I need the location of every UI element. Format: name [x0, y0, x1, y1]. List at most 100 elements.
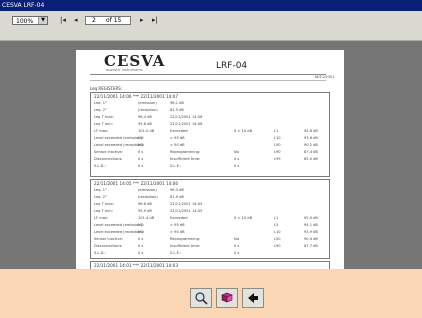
register-cell: 85.0 dB	[304, 157, 318, 161]
register-cell: Leq. 2°	[94, 195, 107, 199]
register-row: Disconnections: 0 s Insufficient time: 0 s L…	[94, 244, 326, 250]
register-cell: L1	[274, 129, 279, 133]
register-cell: Leq. 1°	[94, 101, 107, 105]
register-cell: 0 > 10 dB	[234, 216, 253, 220]
header-divider	[90, 74, 326, 75]
register-row: Sensor inactive: 0 s Reprogramming: No L90 87…	[94, 150, 326, 156]
register-row: Leq T min: 95.8 dB 22/11/2001 14:06	[94, 122, 326, 128]
register-row: S.L.D.: 0 s S.L.E.: 0 s	[94, 164, 326, 170]
register-cell: 0 > 10 dB	[234, 129, 253, 133]
register-cell: LF max:	[94, 216, 109, 220]
register-cell: L90	[274, 150, 281, 154]
register-row: LF max: 101.4 dB Exceeded 0 > 10 dB L1 95.0 d…	[94, 216, 326, 222]
zoom-button[interactable]	[190, 288, 212, 308]
register-cell: S.L.D.:	[94, 251, 106, 255]
register-cell: > 90 dB	[170, 143, 185, 147]
register-cell: L5	[274, 223, 279, 227]
register-cell: (emission)	[138, 101, 157, 105]
register-row: Disconnections: 0 s Insufficient time: 0 s L…	[94, 157, 326, 163]
register-cell: Insufficient time:	[170, 157, 201, 161]
print-button[interactable]	[216, 288, 238, 308]
prev-page-button[interactable]: ◂	[74, 16, 78, 25]
logo-tagline: acoustic instruments	[106, 68, 143, 72]
register-cell: 22/11/2001	[170, 122, 191, 126]
register-row: Leq. 1° (emission) 96.3 dB	[94, 188, 326, 194]
register-cell: (emission)	[138, 188, 157, 192]
register-cell: Level exceeded (reception):	[94, 143, 145, 147]
register-cell: L90	[274, 244, 281, 248]
last-page-button[interactable]: ▸|	[152, 16, 158, 25]
register-row: S.L.D.: 0 s S.L.E.: 0 s	[94, 251, 326, 257]
register-row: Leq T max: 96.6 dB 22/11/2001 14:05	[94, 202, 326, 208]
report-date: 16/11/2001	[314, 75, 335, 79]
register-cell: Reprogramming:	[170, 237, 201, 241]
register-cell: Leq T min:	[94, 209, 113, 213]
register-cell: S.L.D.:	[94, 164, 106, 168]
register-row: Leq T max: 96.4 dB 22/11/2001 14:06	[94, 115, 326, 121]
register-cell: No	[234, 237, 239, 241]
register-cell: 93.6 dB	[304, 136, 318, 140]
chevron-down-icon[interactable]: ▼	[38, 17, 47, 24]
register-cell: Exceeded	[170, 129, 188, 133]
register-cell: 0 s	[234, 244, 240, 248]
register-cell: Disconnections:	[94, 157, 123, 161]
register-cell: 81.5 dB	[170, 108, 184, 112]
register-cell: 101.0 dB	[138, 129, 155, 133]
back-button[interactable]	[242, 288, 264, 308]
next-page-button[interactable]: ▸	[140, 16, 144, 25]
register-cell: 95.8 dB	[138, 122, 152, 126]
page-number-input[interactable]: 2 of 15	[85, 16, 131, 25]
register-cell: L10	[274, 136, 281, 140]
register-cell: 0 s	[138, 237, 144, 241]
register-cell: 93.9 dB	[304, 230, 318, 234]
register-cell: 95.9 dB	[138, 209, 152, 213]
register-cell: L50	[274, 237, 281, 241]
register-cell: NO	[138, 230, 144, 234]
register-cell: L50	[274, 143, 281, 147]
register-cell: 101.4 dB	[138, 216, 155, 220]
register-cell: > 90 dB	[170, 230, 185, 234]
section-heading: Leq REGISTERS:	[90, 86, 123, 91]
register-cell: 96.3 dB	[170, 188, 184, 192]
register-cell: 22/11/2001	[170, 115, 191, 119]
register-period: 22/11/2001 14:01 *** 22/11/2001 14:03	[94, 263, 179, 268]
register-cell: 0 s	[138, 150, 144, 154]
header-divider-2	[90, 80, 326, 81]
register-cell: L1	[274, 216, 279, 220]
register-cell: Level exceeded (reception):	[94, 230, 145, 234]
register-cell: Sensor inactive:	[94, 237, 123, 241]
back-arrow-icon	[248, 293, 258, 303]
register-cell: 0 s	[234, 251, 240, 255]
register-row: Leq T min: 95.9 dB 22/11/2001 14:05	[94, 209, 326, 215]
report-title: LRF-04	[216, 61, 248, 71]
window-title-bar: CESVA LRF-04	[0, 0, 422, 11]
register-cell: Reprogramming:	[170, 150, 201, 154]
register-cell: 87.7 dB	[304, 244, 318, 248]
register-cell: 14:06	[192, 122, 203, 126]
current-page: 2	[92, 17, 96, 24]
register-cell: 0 s	[138, 251, 144, 255]
register-cell: No	[234, 150, 239, 154]
register-cell: Sensor inactive:	[94, 150, 123, 154]
register-cell: 0 s	[234, 157, 240, 161]
register-cell: 0 s	[234, 164, 240, 168]
register-row: Level exceeded (reception): NO > 90 dB L10 9…	[94, 230, 326, 236]
register-cell: L99	[274, 157, 281, 161]
register-cell: > 95 dB	[170, 223, 185, 227]
register-cell: 81.9 dB	[170, 195, 184, 199]
register-cell: Disconnections:	[94, 244, 123, 248]
register-row: LF max: 101.0 dB Exceeded 0 > 10 dB L1 94.8 d…	[94, 129, 326, 135]
register-cell: 14:05	[192, 202, 203, 206]
register-cell: 96.6 dB	[138, 202, 152, 206]
register-cell: S.L.E.:	[170, 164, 182, 168]
register-cell: 0 s	[138, 157, 144, 161]
register-cell: Insufficient time:	[170, 244, 201, 248]
register-cell: 14:05	[192, 209, 203, 213]
register-cell: S.L.E.:	[170, 251, 182, 255]
register-cell: L10	[274, 230, 281, 234]
register-cell: > 95 dB	[170, 136, 185, 140]
register-cell: Leq T max:	[94, 115, 114, 119]
first-page-button[interactable]: |◂	[60, 16, 66, 25]
register-cell: 0 s	[138, 164, 144, 168]
zoom-select[interactable]: 100% ▼	[12, 16, 48, 25]
